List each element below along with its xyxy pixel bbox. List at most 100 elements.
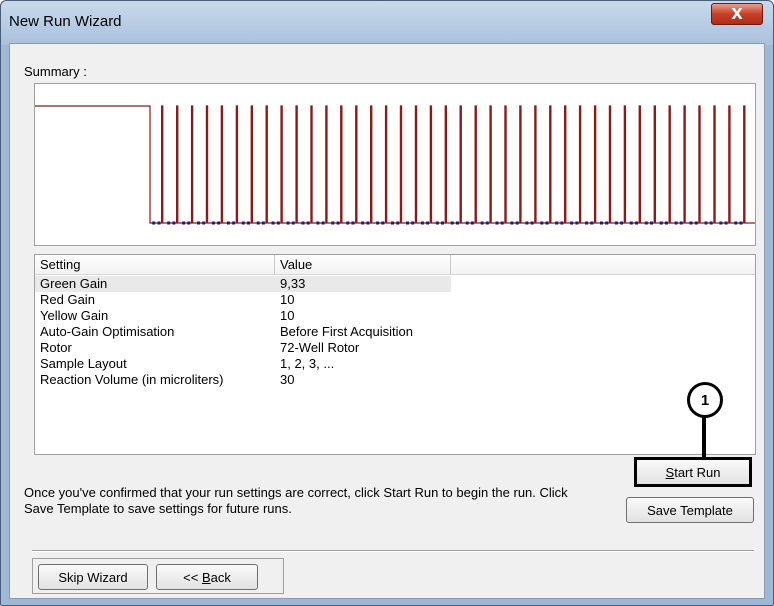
acquisition-marker [600, 221, 603, 225]
acquisition-marker [590, 221, 594, 225]
acquisition-marker [575, 221, 579, 225]
acquisition-marker [734, 221, 738, 225]
acquisition-marker [157, 221, 161, 225]
acquisition-marker [560, 221, 564, 225]
acquisition-marker [291, 221, 295, 225]
back-button[interactable]: << Back [156, 564, 258, 590]
acquisition-marker [659, 221, 663, 225]
settings-list[interactable]: Setting Value Green Gain 9,33 Red Gain 10 Ye… [34, 254, 756, 455]
acquisition-marker [301, 221, 305, 225]
acquisition-marker [465, 221, 469, 225]
acquisition-marker [381, 221, 385, 225]
acquisition-marker [396, 221, 400, 225]
title-bar[interactable]: New Run Wizard X [1, 1, 773, 45]
acquisition-marker [525, 221, 529, 225]
info-text: Once you've confirmed that your run sett… [24, 485, 568, 516]
acquisition-marker [530, 221, 534, 225]
acquisition-marker [664, 221, 668, 225]
setting-cell: Red Gain [40, 292, 95, 307]
acquisition-marker [470, 221, 474, 225]
run-profile-graph [34, 83, 756, 246]
acquisition-marker [650, 221, 653, 225]
acquisition-marker [331, 221, 335, 225]
acquisition-marker [510, 221, 514, 225]
acquisition-marker [241, 221, 245, 225]
acquisition-marker [316, 221, 320, 225]
acquisition-marker [226, 221, 230, 225]
acquisition-marker [391, 221, 394, 225]
start-run-button[interactable]: Start Run [634, 457, 752, 487]
table-row[interactable]: Auto-Gain Optimisation Before First Acqui… [35, 324, 755, 340]
setting-cell: Auto-Gain Optimisation [40, 324, 175, 339]
value-cell: 30 [280, 372, 295, 387]
acquisition-marker [570, 221, 574, 225]
acquisition-marker [426, 221, 430, 225]
acquisition-marker [256, 221, 260, 225]
acquisition-marker [515, 221, 519, 225]
acquisition-marker [679, 221, 683, 225]
summary-label: Summary : [24, 64, 87, 79]
list-header: Setting Value [35, 255, 755, 275]
table-row[interactable]: Red Gain 10 [35, 292, 755, 308]
acquisition-marker [172, 221, 176, 225]
table-row[interactable]: Green Gain 9,33 [35, 276, 755, 292]
value-cell: 9,33 [275, 276, 451, 292]
acquisition-marker [674, 221, 678, 225]
value-cell: 10 [280, 308, 295, 323]
acquisition-marker [495, 221, 499, 225]
acquisition-marker [694, 221, 698, 225]
acquisition-marker [540, 221, 544, 225]
profile-line [35, 105, 755, 224]
value-cell: Before First Acquisition [280, 324, 413, 339]
table-row[interactable]: Reaction Volume (in microliters) 30 [35, 372, 755, 388]
save-template-button[interactable]: Save Template [626, 497, 754, 523]
separator [32, 550, 754, 552]
start-run-label: Start Run [665, 464, 721, 480]
column-header-empty [451, 255, 755, 275]
close-button[interactable]: X [711, 3, 763, 25]
acquisition-marker [441, 221, 444, 225]
acquisition-marker [376, 221, 380, 225]
callout-marker: 1 [687, 382, 723, 418]
acquisition-marker [724, 221, 728, 225]
acquisition-marker [629, 221, 633, 225]
acquisition-marker [450, 221, 454, 225]
column-header-setting[interactable]: Setting [35, 255, 275, 275]
acquisition-marker [271, 221, 275, 225]
value-cell: 72-Well Rotor [280, 340, 360, 355]
acquisition-marker [247, 221, 250, 225]
acquisition-marker [361, 221, 365, 225]
acquisition-marker [167, 221, 171, 225]
acquisition-marker [346, 221, 350, 225]
acquisition-marker [211, 221, 215, 225]
acquisition-marker [306, 221, 310, 225]
back-label: << Back [183, 569, 231, 585]
acquisition-marker [321, 221, 325, 225]
acquisition-marker [276, 221, 280, 225]
acquisition-marker [286, 221, 290, 225]
acquisition-marker [197, 221, 200, 225]
acquisition-marker [500, 221, 504, 225]
table-row[interactable]: Yellow Gain 10 [35, 308, 755, 324]
close-icon: X [731, 5, 743, 23]
acquisition-marker [545, 221, 549, 225]
acquisition-marker [709, 221, 713, 225]
acquisition-marker [261, 221, 265, 225]
list-body: Green Gain 9,33 Red Gain 10 Yellow Gain 10 Aut… [35, 276, 755, 388]
acquisition-marker [420, 221, 424, 225]
column-header-value[interactable]: Value [275, 255, 451, 275]
wizard-client-area: Summary : Setting Value Green Gain 9,33 Re… [9, 43, 765, 599]
skip-wizard-button[interactable]: Skip Wizard [38, 564, 148, 590]
acquisition-marker [406, 221, 409, 225]
acquisition-marker [366, 221, 370, 225]
acquisition-marker [152, 221, 156, 225]
setting-cell: Sample Layout [40, 356, 127, 371]
acquisition-marker [644, 221, 648, 225]
setting-cell: Yellow Gain [40, 308, 109, 323]
profile-svg [35, 105, 755, 225]
table-row[interactable]: Rotor 72-Well Rotor [35, 340, 755, 356]
table-row[interactable]: Sample Layout 1, 2, 3, ... [35, 356, 755, 372]
acquisition-marker [620, 221, 624, 225]
setting-cell: Rotor [40, 340, 72, 355]
acquisition-marker [202, 221, 206, 225]
